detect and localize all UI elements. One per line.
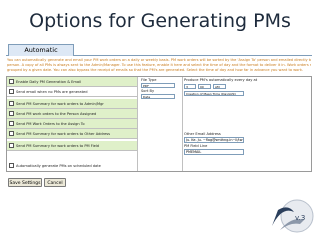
send-assign-to-checkbox[interactable] <box>9 121 14 126</box>
option-row: Send PM Summary for work orders to Other… <box>7 129 137 139</box>
option-label: Send PM Summary for work orders to PM Fi… <box>16 144 100 148</box>
save-settings-button[interactable]: Save Settings <box>8 178 42 187</box>
file-type-label: File Type <box>141 78 157 82</box>
option-row: Send PM Summary for work orders to Admin… <box>7 99 137 109</box>
hour-select[interactable]: 3 <box>184 84 196 89</box>
tab-bar: Automatic <box>6 44 312 56</box>
option-label: Send PM work orders to the Person Assign… <box>16 112 97 116</box>
logo-icon: v.3 <box>272 199 314 233</box>
send-person-checkbox[interactable] <box>9 111 14 116</box>
produce-label: Produce PM's automatically every day at <box>184 78 258 82</box>
schedule-column: Produce PM's automatically every day at … <box>181 77 311 171</box>
pm-field-label: PM Field Line <box>184 144 208 148</box>
file-type-select[interactable]: PDF <box>141 83 175 88</box>
option-label: Send PM Work Orders to the Assign To <box>16 122 85 126</box>
format-column: File Type PDF Sort By Date <box>137 77 183 171</box>
send-admin-checkbox[interactable] <box>9 101 14 106</box>
send-other-address-checkbox[interactable] <box>9 131 14 136</box>
option-row: Enable Daily PM Generation & Email <box>7 77 137 87</box>
option-label: Enable Daily PM Generation & Email <box>16 80 82 84</box>
send-when-none-checkbox[interactable] <box>9 89 14 94</box>
cancel-button[interactable]: Cancel <box>44 178 66 187</box>
enable-generation-checkbox[interactable] <box>9 79 14 84</box>
help-text: You can automatically generate and email… <box>7 58 311 73</box>
settings-panel: Automatic You can automatically generate… <box>6 44 312 194</box>
day-option-select[interactable]: Creation of Mean Time (Daylight) <box>184 91 244 96</box>
minute-select[interactable]: 00 <box>198 84 211 89</box>
sort-by-select[interactable]: Date <box>141 94 175 99</box>
other-email-label: Other Email Address <box>184 132 221 136</box>
option-label: Send PM Summary for work orders to Admin… <box>16 102 104 106</box>
option-row: Automatically generate PMs on scheduled … <box>7 161 137 171</box>
other-email-input[interactable]: Ju. Ke. Ju. ~flag@smthng.in~ll/tw <box>184 137 244 143</box>
slide-title: Options for Generating PMs <box>29 10 291 32</box>
option-label: Send PM Summary for work orders to Other… <box>16 132 111 136</box>
tab-automatic[interactable]: Automatic <box>8 44 74 56</box>
option-row: Send PM Work Orders to the Assign To <box>7 119 137 129</box>
send-pm-field-checkbox[interactable] <box>9 143 14 148</box>
options-list: Enable Daily PM Generation & Email Send … <box>7 77 137 171</box>
option-label: Send email when no PMs are generated <box>16 90 88 94</box>
option-label: Automatically generate PMs on scheduled … <box>16 164 101 168</box>
logo-text: v.3 <box>295 214 305 222</box>
help-line: grouped by a given date. You can also by… <box>7 68 304 72</box>
sort-by-label: Sort By <box>141 89 155 93</box>
option-row: Send email when no PMs are generated <box>7 87 137 97</box>
auto-generate-checkbox[interactable] <box>9 163 14 168</box>
option-row: Send PM work orders to the Person Assign… <box>7 109 137 119</box>
options-grid: Enable Daily PM Generation & Email Send … <box>6 76 312 172</box>
ampm-select[interactable]: AM <box>213 84 226 89</box>
pm-field-input[interactable]: PMEMAIL <box>184 149 244 155</box>
option-row: Send PM Summary for work orders to PM Fi… <box>7 141 137 151</box>
